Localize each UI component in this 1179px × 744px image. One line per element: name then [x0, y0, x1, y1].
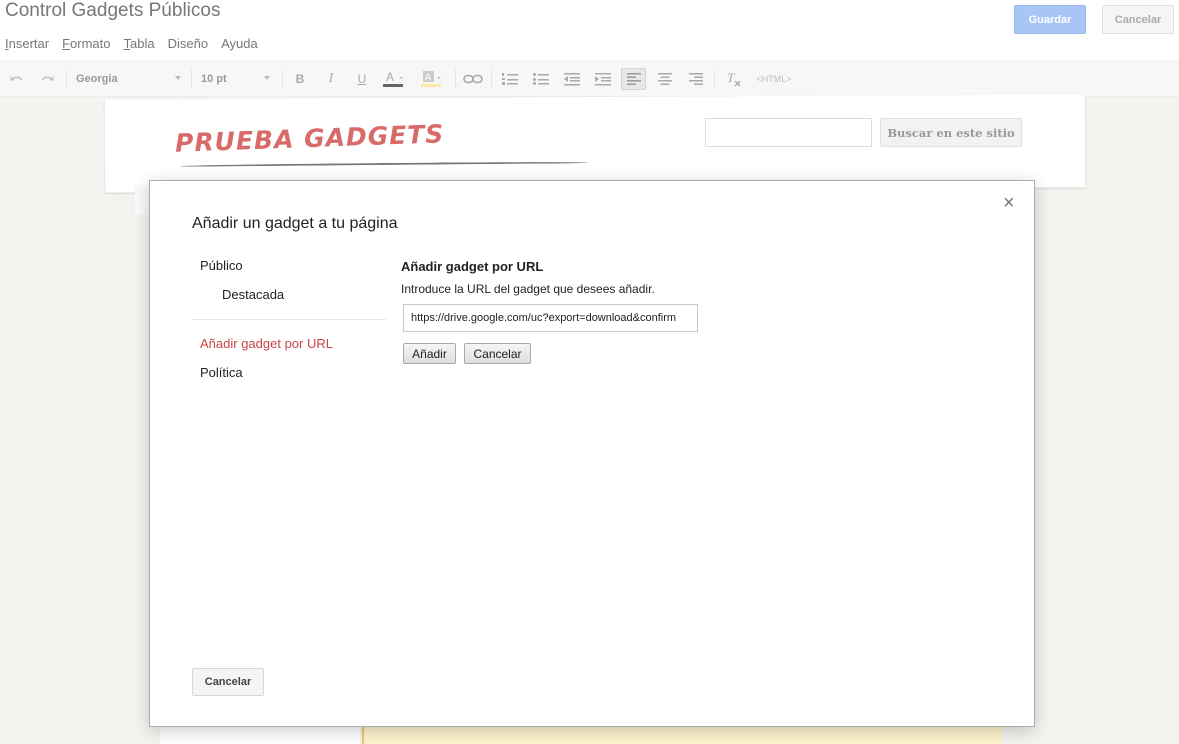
indent-icon[interactable]: [593, 68, 613, 90]
numbered-list-icon[interactable]: [500, 68, 520, 90]
menu-table[interactable]: Tabla: [124, 36, 155, 51]
save-button[interactable]: Guardar: [1014, 5, 1086, 34]
nav-divider: [192, 319, 386, 320]
chevron-down-icon: [175, 76, 181, 80]
gadget-url-input[interactable]: https://drive.google.com/uc?export=downl…: [403, 304, 698, 332]
html-button[interactable]: <HTML>: [754, 68, 794, 90]
site-search-input[interactable]: [705, 118, 872, 147]
page-title: Control Gadgets Públicos: [5, 0, 221, 21]
outdent-icon[interactable]: [562, 68, 582, 90]
url-section-description: Introduce la URL del gadget que desees a…: [401, 282, 655, 296]
bulleted-list-icon[interactable]: [531, 68, 551, 90]
cancel-button[interactable]: Cancelar: [1102, 5, 1174, 34]
text-color-icon[interactable]: A: [381, 68, 407, 90]
cancel-url-button[interactable]: Cancelar: [464, 343, 531, 364]
menu-insert[interactable]: Insertar: [5, 36, 49, 51]
nav-item-public[interactable]: Público: [200, 258, 243, 273]
font-family-select[interactable]: Georgia: [76, 68, 118, 90]
italic-icon[interactable]: I: [322, 68, 340, 90]
menu-format[interactable]: Formato: [62, 36, 110, 51]
menu-bar: Insertar Formato Tabla Diseño Ayuda: [5, 36, 271, 51]
redo-icon[interactable]: [38, 68, 56, 90]
menu-help[interactable]: Ayuda: [221, 36, 258, 51]
underline-icon[interactable]: U: [353, 68, 371, 90]
align-right-icon[interactable]: [686, 68, 706, 90]
top-bar: Control Gadgets Públicos Guardar Cancela…: [0, 0, 1179, 60]
nav-item-policy[interactable]: Política: [200, 365, 243, 380]
toolbar-divider: [491, 70, 492, 87]
toolbar-divider: [191, 70, 192, 87]
toolbar-divider: [714, 70, 715, 87]
add-gadget-dialog: Añadir un gadget a tu página × Público D…: [149, 180, 1035, 727]
close-icon[interactable]: ×: [1003, 193, 1015, 213]
undo-icon[interactable]: [8, 68, 26, 90]
clear-formatting-icon[interactable]: T: [724, 68, 744, 90]
svg-text:A: A: [386, 70, 394, 84]
site-search-button[interactable]: Buscar en este sitio: [880, 118, 1022, 147]
svg-text:T: T: [727, 71, 735, 85]
editor-toolbar: Georgia 10 pt B I U A A T <HTML>: [0, 60, 1179, 97]
svg-text:A: A: [425, 73, 432, 84]
link-icon[interactable]: [462, 68, 484, 90]
nav-item-featured[interactable]: Destacada: [222, 287, 284, 302]
add-gadget-button[interactable]: Añadir: [403, 343, 456, 364]
bold-icon[interactable]: B: [291, 68, 309, 90]
font-size-select[interactable]: 10 pt: [201, 68, 227, 90]
toolbar-divider: [66, 70, 67, 87]
dialog-title: Añadir un gadget a tu página: [192, 215, 398, 232]
nav-item-add-by-url[interactable]: Añadir gadget por URL: [200, 336, 333, 351]
toolbar-divider: [455, 70, 456, 87]
align-left-icon[interactable]: [621, 68, 646, 90]
align-center-icon[interactable]: [655, 68, 675, 90]
chevron-down-icon: [264, 76, 270, 80]
url-section-heading: Añadir gadget por URL: [401, 259, 544, 274]
highlight-color-icon[interactable]: A: [419, 68, 445, 90]
dialog-cancel-button[interactable]: Cancelar: [192, 668, 264, 696]
toolbar-divider: [282, 70, 283, 87]
menu-design[interactable]: Diseño: [168, 36, 208, 51]
